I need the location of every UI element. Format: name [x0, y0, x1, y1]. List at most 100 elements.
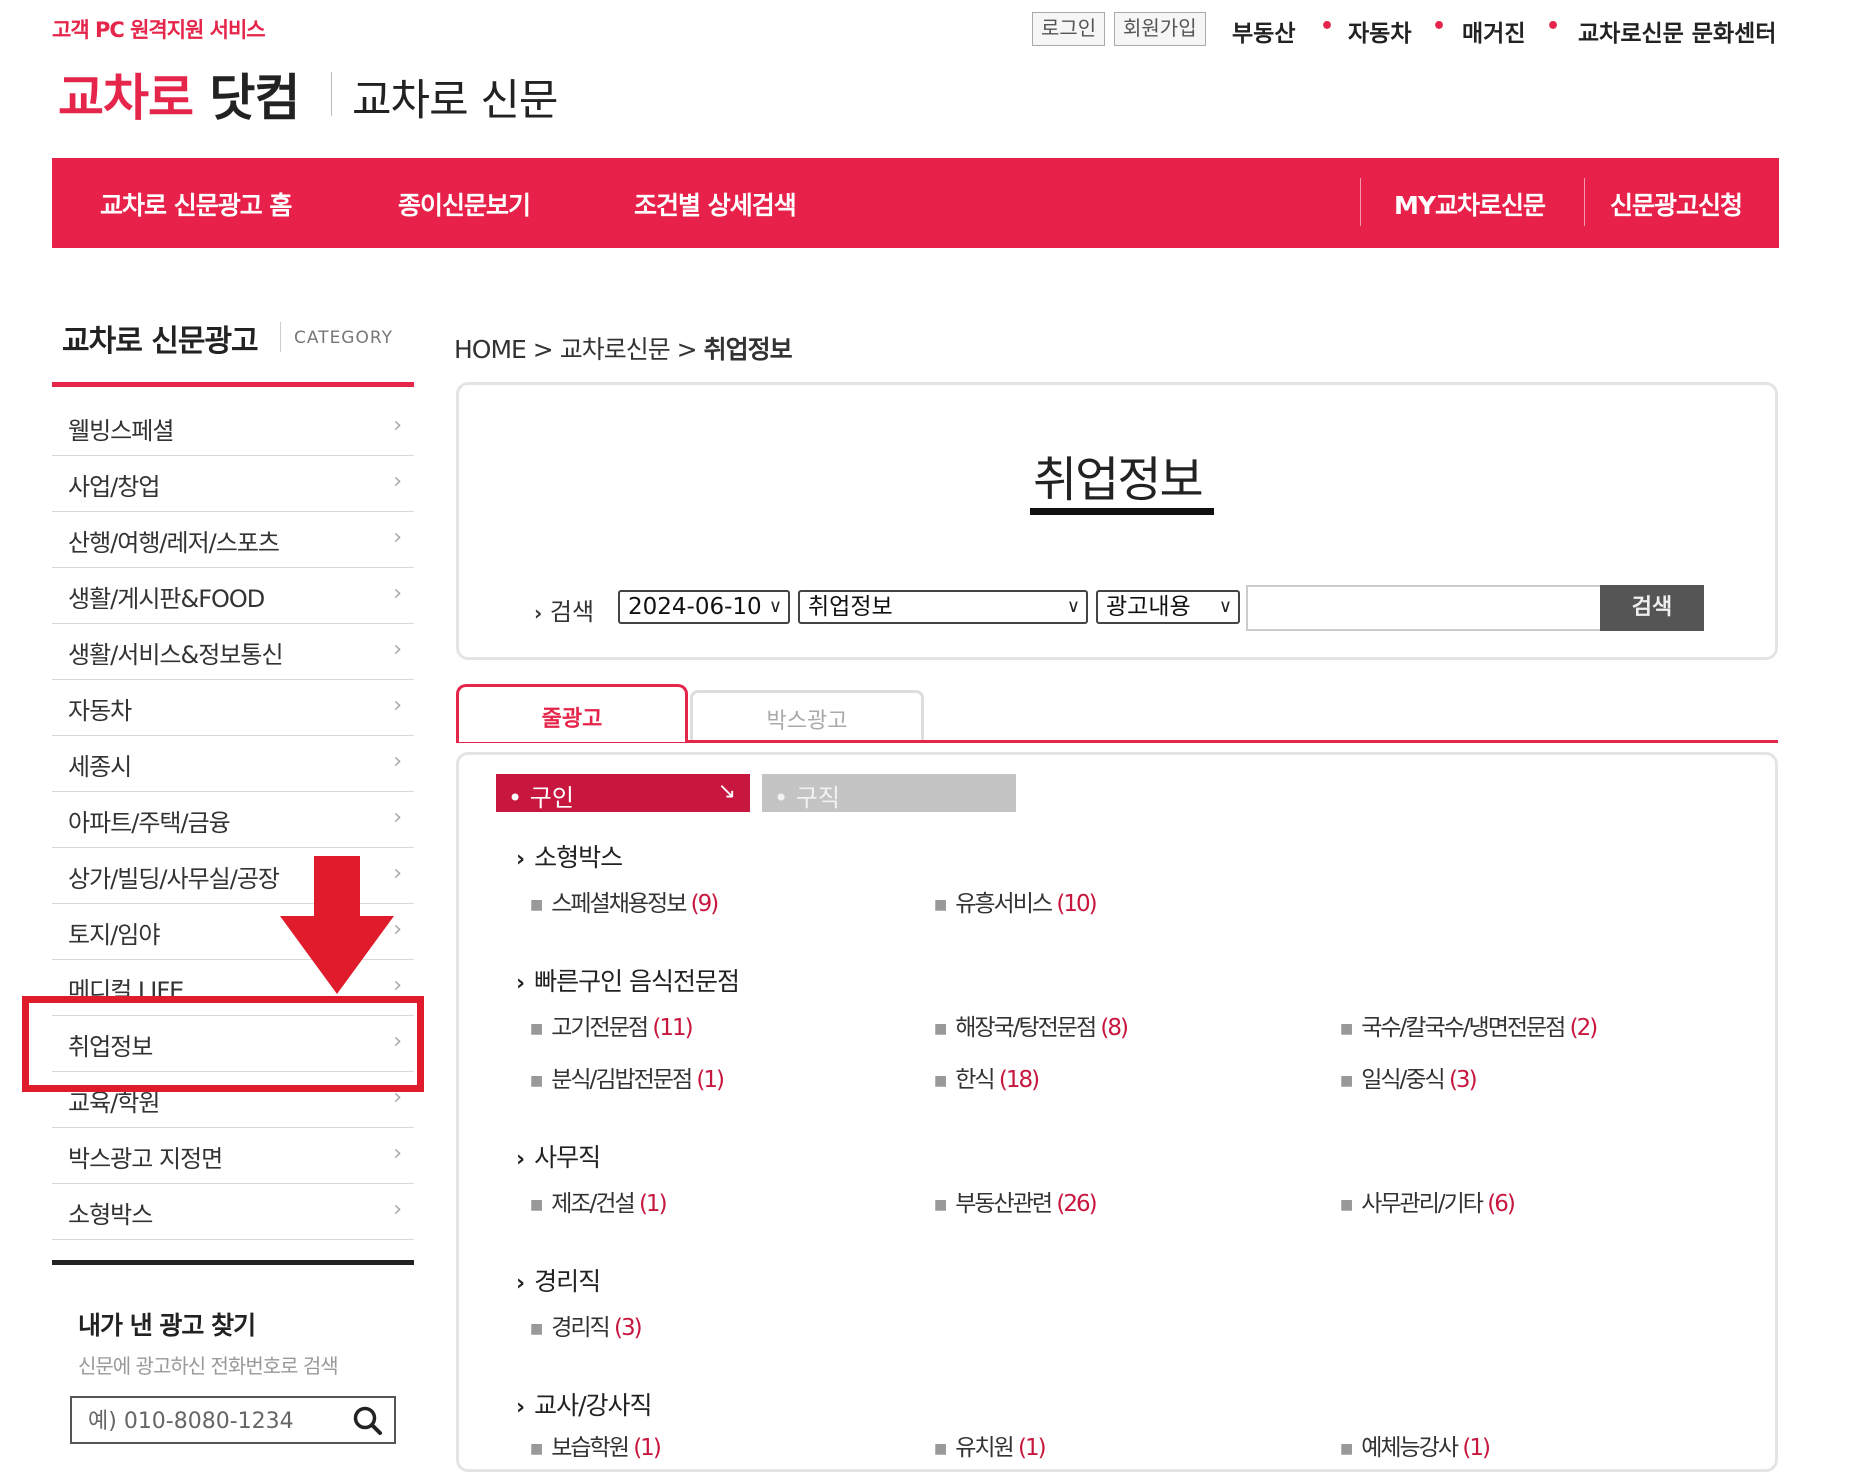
nav-paper-view[interactable]: 종이신문보기: [398, 186, 531, 222]
category-link[interactable]: ■ 한식 (18): [934, 1060, 1040, 1094]
category-link[interactable]: ■ 분식/김밥전문점 (1): [530, 1060, 725, 1094]
sidebar-item-label: 생활/서비스&정보통신: [68, 641, 284, 669]
sidebar-item-sejong[interactable]: 세종시 ›: [52, 736, 414, 792]
sidebar-item-label: 생활/게시판&FOOD: [68, 585, 265, 613]
date-select[interactable]: 2024-06-10 ∨: [618, 590, 790, 624]
nav-my-paper[interactable]: MY교차로신문: [1394, 186, 1546, 222]
tab-box-ad[interactable]: 박스광고: [690, 690, 924, 740]
my-ad-subtitle: 신문에 광고하신 전화번호로 검색: [78, 1354, 339, 1378]
category-link[interactable]: ■ 해장국/탕전문점 (8): [934, 1008, 1129, 1042]
breadcrumb-newspaper[interactable]: 교차로신문: [560, 335, 671, 364]
category-link[interactable]: ■ 유흥서비스 (10): [934, 884, 1098, 918]
breadcrumb-separator: >: [676, 335, 698, 364]
category-select[interactable]: 취업정보 ∨: [798, 590, 1088, 624]
nav-divider: [1584, 178, 1585, 226]
keyword-search-input[interactable]: [1246, 585, 1602, 631]
chevron-right-icon: ›: [393, 413, 402, 438]
chevron-right-icon: ›: [516, 847, 525, 872]
sidebar-item-label: 토지/임야: [68, 921, 160, 949]
chevron-right-icon: ›: [393, 973, 402, 998]
sidebar-item-wellbeing[interactable]: 웰빙스페셜 ›: [52, 400, 414, 456]
chevron-right-icon: ›: [393, 693, 402, 718]
signup-button[interactable]: 회원가입: [1114, 12, 1206, 46]
category-link[interactable]: ■ 국수/칼국수/냉면전문점 (2): [1340, 1008, 1598, 1042]
page-title-underline: [1030, 508, 1214, 515]
chevron-right-icon: ›: [393, 861, 402, 886]
annotation-arrow-icon: [280, 856, 394, 994]
category-link[interactable]: ■ 사무관리/기타 (6): [1340, 1184, 1516, 1218]
section-title: › 소형박스: [516, 843, 623, 872]
subtab-hire[interactable]: • 구인 ↘: [496, 774, 750, 812]
sidebar-item-box-ad-page[interactable]: 박스광고 지정면 ›: [52, 1128, 414, 1184]
login-button[interactable]: 로그인: [1032, 12, 1106, 46]
category-link[interactable]: ■ 일식/중식 (3): [1340, 1060, 1478, 1094]
nav-ad-home[interactable]: 교차로 신문광고 홈: [100, 186, 292, 222]
breadcrumb-home[interactable]: HOME: [454, 335, 527, 364]
chevron-down-icon: ∨: [768, 596, 782, 617]
category-link[interactable]: ■ 유치원 (1): [934, 1428, 1047, 1462]
sidebar-item-label: 자동차: [68, 697, 132, 725]
nav-ad-apply[interactable]: 신문광고신청: [1610, 186, 1743, 222]
chevron-right-icon: ›: [516, 1147, 525, 1172]
top-link-dot: •: [1320, 14, 1335, 39]
top-link-dot: •: [1546, 14, 1561, 39]
nav-divider: [1360, 178, 1361, 226]
sidebar-item-life-food[interactable]: 생활/게시판&FOOD ›: [52, 568, 414, 624]
site-logo[interactable]: 교차로 닷컴: [58, 58, 300, 130]
top-link-realestate[interactable]: 부동산: [1232, 14, 1295, 48]
section-title: › 빠른구인 음식전문점: [516, 967, 740, 996]
date-select-value: 2024-06-10: [628, 594, 762, 620]
nav-detail-search[interactable]: 조건별 상세검색: [634, 186, 797, 222]
subtab-seek[interactable]: • 구직: [762, 774, 1016, 812]
search-label: › 검색: [534, 592, 594, 627]
chevron-right-icon: ›: [516, 1271, 525, 1296]
top-link-dot: •: [1432, 14, 1447, 39]
category-link[interactable]: ■ 예체능강사 (1): [1340, 1428, 1491, 1462]
category-link[interactable]: ■ 스페셜채용정보 (9): [530, 884, 719, 918]
sidebar-title: 교차로 신문광고: [62, 324, 259, 359]
logo-subtitle[interactable]: 교차로 신문: [352, 66, 558, 128]
search-label-text: 검색: [549, 598, 595, 626]
field-select[interactable]: 광고내용 ∨: [1096, 590, 1240, 624]
chevron-down-icon: ∨: [1066, 596, 1080, 617]
sidebar-item-business[interactable]: 사업/창업 ›: [52, 456, 414, 512]
top-link-culture-center[interactable]: 교차로신문 문화센터: [1578, 14, 1776, 48]
sidebar-item-leisure[interactable]: 산행/여행/레저/스포츠 ›: [52, 512, 414, 568]
search-icon[interactable]: [352, 1405, 384, 1437]
tab-line-ad-label: 줄광고: [541, 707, 603, 732]
top-link-car[interactable]: 자동차: [1348, 14, 1411, 48]
tab-line-ad[interactable]: 줄광고: [456, 684, 688, 742]
breadcrumb-separator: >: [532, 335, 554, 364]
category-link[interactable]: ■ 제조/건설 (1): [530, 1184, 668, 1218]
sidebar-item-small-box[interactable]: 소형박스 ›: [52, 1184, 414, 1240]
sidebar-item-apartment[interactable]: 아파트/주택/금융 ›: [52, 792, 414, 848]
search-button[interactable]: 검색: [1600, 585, 1704, 631]
arrow-down-right-icon: ↘: [717, 779, 736, 804]
my-ad-title: 내가 낸 광고 찾기: [78, 1311, 256, 1340]
phone-search-input[interactable]: [86, 1404, 340, 1438]
subtab-hire-label: • 구인: [508, 784, 574, 812]
breadcrumb: HOME > 교차로신문 > 취업정보: [454, 330, 793, 366]
category-link[interactable]: ■ 경리직 (3): [530, 1308, 643, 1342]
chevron-right-icon: ›: [393, 917, 402, 942]
chevron-right-icon: ›: [393, 749, 402, 774]
page-title: 취업정보: [1033, 452, 1204, 508]
chevron-right-icon: ›: [393, 581, 402, 606]
chevron-right-icon: ›: [393, 1197, 402, 1222]
section-title: › 경리직: [516, 1267, 601, 1296]
tab-box-ad-label: 박스광고: [766, 709, 848, 734]
category-link[interactable]: ■ 고기전문점 (11): [530, 1008, 694, 1042]
sidebar-item-label: 소형박스: [68, 1201, 153, 1229]
category-link[interactable]: ■ 부동산관련 (26): [934, 1184, 1098, 1218]
sidebar-item-car[interactable]: 자동차 ›: [52, 680, 414, 736]
chevron-right-icon: ›: [393, 1141, 402, 1166]
chevron-right-icon: ›: [534, 601, 543, 625]
annotation-highlight-box: [22, 996, 424, 1092]
top-link-magazine[interactable]: 매거진: [1462, 14, 1525, 48]
breadcrumb-current: 취업정보: [703, 335, 793, 364]
remote-support-link[interactable]: 고객 PC 원격지원 서비스: [52, 14, 266, 44]
category-link[interactable]: ■ 보습학원 (1): [530, 1428, 662, 1462]
sidebar-item-life-service[interactable]: 생활/서비스&정보통신 ›: [52, 624, 414, 680]
sidebar-item-label: 웰빙스페셜: [68, 417, 174, 445]
logo-divider: [331, 72, 332, 116]
